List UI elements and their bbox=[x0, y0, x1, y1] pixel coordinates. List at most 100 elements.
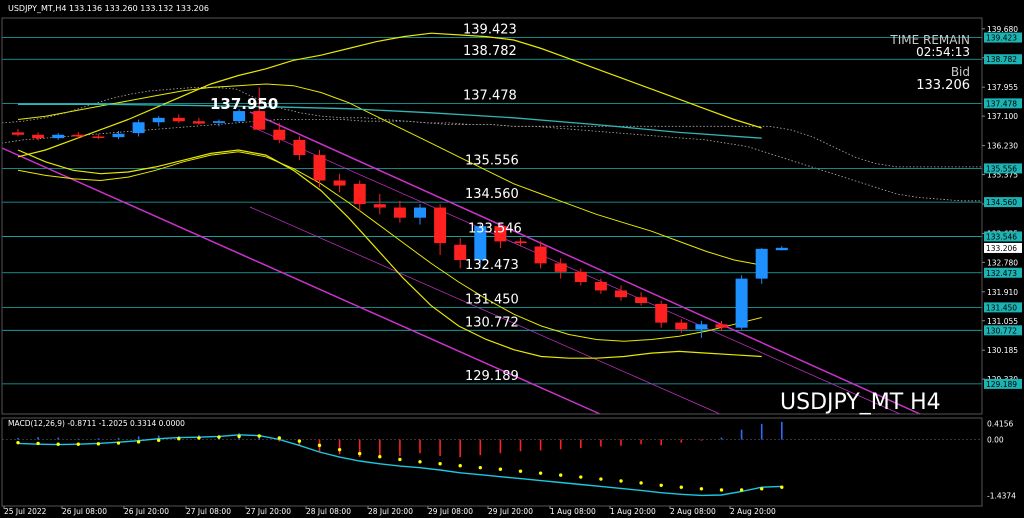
macd-signal-dot bbox=[398, 457, 402, 462]
candle-body bbox=[52, 134, 65, 139]
level-label: 129.189 bbox=[465, 369, 519, 384]
macd-signal-dot bbox=[116, 441, 121, 445]
candle-body bbox=[414, 207, 426, 218]
level-price-tag-label: 139.423 bbox=[986, 34, 1017, 43]
macd-signal-dot bbox=[659, 483, 663, 487]
y-tick-label: 139.680 bbox=[987, 25, 1018, 34]
x-tick-label: 28 Jul 08:00 bbox=[306, 507, 351, 516]
macd-signal-dot bbox=[719, 488, 724, 492]
macd-signal-dot bbox=[780, 485, 784, 489]
bid-price-tag-label: 133.206 bbox=[986, 244, 1017, 253]
macd-signal-dot bbox=[136, 440, 141, 444]
level-label: 130.772 bbox=[465, 315, 519, 330]
candle-body bbox=[594, 282, 607, 291]
macd-signal-dot bbox=[739, 488, 744, 492]
macd-label: MACD(12,26,9) -0.8711 -1.2025 0.3314 0.0… bbox=[8, 419, 185, 428]
level-price-tag-label: 135.556 bbox=[986, 164, 1017, 173]
level-label: 134.560 bbox=[465, 187, 519, 202]
candle-body bbox=[514, 241, 527, 244]
macd-signal-dot bbox=[559, 473, 563, 477]
level-price-tag-label: 132.473 bbox=[986, 269, 1017, 278]
candle-body bbox=[393, 207, 406, 218]
candle-body bbox=[655, 304, 668, 323]
candle-body bbox=[213, 121, 225, 123]
macd-signal-dot bbox=[157, 438, 161, 442]
macd-signal-dot bbox=[458, 464, 462, 468]
y-tick-label: 131.055 bbox=[987, 317, 1018, 326]
level-label: 131.450 bbox=[465, 292, 519, 307]
macd-signal-dot bbox=[177, 437, 181, 441]
candle-body bbox=[615, 290, 627, 298]
x-tick-label: 1 Aug 08:00 bbox=[550, 507, 596, 516]
candle-body bbox=[534, 246, 547, 264]
macd-signal-dot bbox=[619, 479, 623, 483]
level-price-tag-label: 138.782 bbox=[986, 55, 1017, 64]
macd-signal-dot bbox=[257, 434, 261, 438]
candle-body bbox=[152, 117, 165, 123]
macd-signal-dot bbox=[197, 436, 201, 440]
candle-body bbox=[293, 139, 306, 156]
candle-body bbox=[32, 134, 45, 139]
candle-body bbox=[92, 136, 105, 138]
level-label: 138.782 bbox=[463, 44, 517, 59]
macd-signal-dot bbox=[16, 440, 20, 445]
macd-signal-dot bbox=[337, 447, 342, 452]
level-label: 137.478 bbox=[463, 88, 517, 103]
time-remain-value: 02:54:13 bbox=[916, 45, 970, 59]
macd-y-tick-label: -1.4374 bbox=[987, 492, 1016, 501]
candle-body bbox=[715, 324, 728, 328]
macd-signal-dot bbox=[317, 443, 322, 448]
macd-signal-dot bbox=[518, 469, 523, 473]
candle-body bbox=[112, 133, 125, 138]
macd-signal-dot bbox=[297, 439, 302, 443]
x-tick-label: 25 Jul 2022 bbox=[4, 507, 47, 516]
level-price-tag-label: 129.189 bbox=[986, 380, 1017, 389]
macd-signal-dot bbox=[237, 434, 241, 439]
candle-body bbox=[554, 263, 567, 272]
candle-body bbox=[192, 121, 205, 124]
symbol-watermark: USDJPY_MT H4 bbox=[780, 390, 941, 415]
bid-label: Bid bbox=[951, 65, 970, 79]
y-tick-label: 130.185 bbox=[987, 346, 1018, 355]
candle-body bbox=[132, 122, 145, 134]
candle-body bbox=[675, 322, 688, 330]
candle-body bbox=[775, 247, 788, 251]
peak-label: 137.950 bbox=[210, 95, 278, 113]
macd-signal-dot bbox=[36, 441, 40, 446]
candle-body bbox=[172, 117, 185, 122]
macd-signal-dot bbox=[579, 475, 583, 479]
y-tick-label: 131.910 bbox=[987, 288, 1018, 297]
chart-canvas: 139.423 138.782 137.478 135.556 134.560 133.5… bbox=[0, 0, 1024, 518]
candle-body bbox=[695, 324, 708, 330]
macd-signal-dot bbox=[76, 442, 81, 446]
y-tick-label: 132.780 bbox=[987, 258, 1018, 267]
bid-value: 133.206 bbox=[916, 78, 970, 93]
macd-signal-dot bbox=[277, 436, 281, 440]
level-label: 139.423 bbox=[463, 23, 517, 38]
macd-signal-dot bbox=[699, 487, 704, 491]
macd-signal-dot bbox=[217, 435, 221, 439]
macd-signal-dot bbox=[478, 465, 482, 470]
y-tick-label: 136.230 bbox=[987, 142, 1018, 151]
macd-signal-dot bbox=[538, 471, 543, 475]
macd-y-tick-label: 0.4156 bbox=[987, 419, 1013, 428]
x-tick-label: 26 Jul 08:00 bbox=[62, 507, 107, 516]
candle-body bbox=[313, 155, 326, 181]
candle-body bbox=[373, 204, 386, 208]
macd-signal-dot bbox=[679, 485, 683, 489]
candle-body bbox=[755, 248, 768, 279]
macd-signal-dot bbox=[599, 477, 603, 481]
level-price-tag-label: 134.560 bbox=[986, 198, 1017, 207]
x-tick-label: 26 Jul 20:00 bbox=[124, 507, 169, 516]
candle-body bbox=[735, 278, 748, 328]
x-tick-label: 29 Jul 08:00 bbox=[428, 507, 473, 516]
x-tick-label: 27 Jul 08:00 bbox=[186, 507, 231, 516]
candle-body bbox=[434, 207, 447, 244]
level-label: 133.546 bbox=[468, 221, 522, 236]
level-price-tag-label: 131.450 bbox=[986, 303, 1017, 312]
macd-signal-dot bbox=[498, 467, 503, 471]
candle-body bbox=[253, 111, 266, 130]
macd-signal-dot bbox=[760, 487, 764, 491]
macd-signal-dot bbox=[358, 451, 362, 456]
level-label: 132.473 bbox=[465, 258, 519, 273]
